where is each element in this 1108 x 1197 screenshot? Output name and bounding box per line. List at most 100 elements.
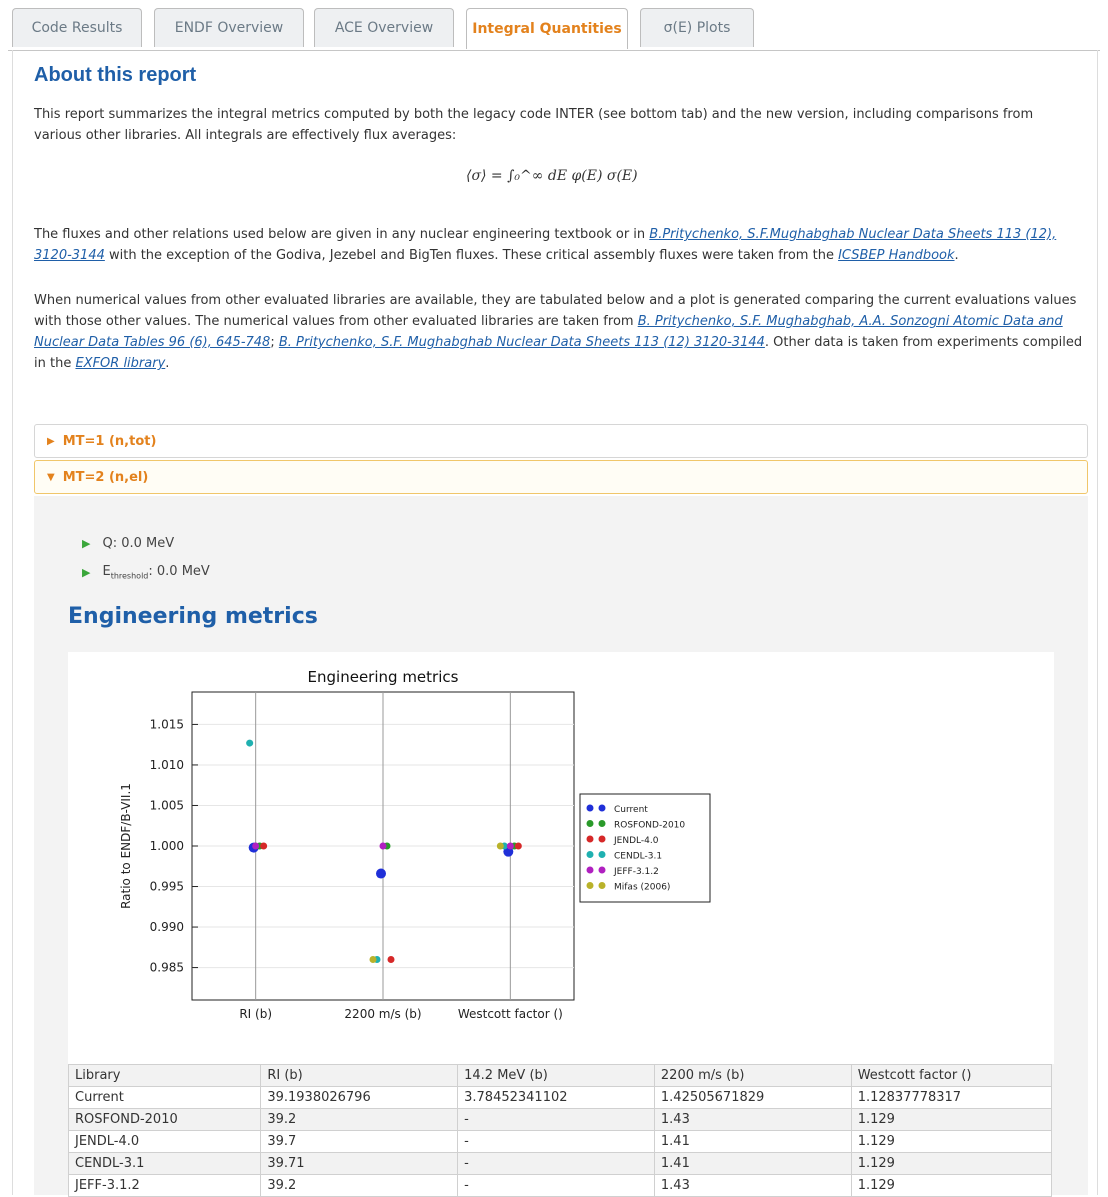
table-cell: 3.78452341102 [457, 1086, 655, 1109]
tab-endf-overview[interactable]: ENDF Overview [154, 8, 304, 47]
table-cell: CENDL-3.1 [67, 1152, 262, 1175]
caret-right-icon: ▶ [47, 435, 55, 447]
engineering-metrics-chart: Engineering metrics 0.985 0.990 0.995 1.000 1… [119, 668, 711, 1021]
exfor-link[interactable]: EXFOR library [75, 356, 165, 371]
threshold-value: : 0.0 MeV [148, 564, 210, 579]
data-point-cendl-3-1 [246, 739, 254, 747]
icsbep-link[interactable]: ICSBEP Handbook [838, 248, 954, 263]
tab-integral-quantities[interactable]: Integral Quantities [466, 8, 628, 49]
legend-marker [598, 851, 606, 858]
y-tick-label: 1.000 [150, 839, 184, 853]
comparison-text: . [165, 356, 170, 371]
data-point-jendl-4-0 [260, 842, 268, 850]
y-tick-label: 1.015 [150, 717, 184, 731]
legend-label: Current [614, 805, 648, 815]
pritychenko-nds-link-2[interactable]: B. Pritychenko, S.F. Mughabghab Nuclear … [279, 335, 765, 350]
threshold-subscript: threshold [110, 571, 149, 581]
table-cell: - [457, 1130, 655, 1153]
fluxes-text: . [954, 248, 959, 263]
x-tick-label: RI (b) [239, 1007, 272, 1021]
table-cell: 1.129 [850, 1108, 1053, 1131]
table-cell: 39.1938026796 [260, 1086, 459, 1109]
legend-marker [598, 835, 606, 843]
y-tick-label: 0.995 [150, 880, 184, 894]
table-cell: ROSFOND-2010 [67, 1108, 262, 1131]
table-cell: 1.129 [850, 1130, 1053, 1153]
legend-marker [586, 820, 594, 827]
legend-marker [586, 851, 594, 858]
tab-label: Code Results [31, 20, 123, 36]
table-cell: 1.43 [653, 1174, 852, 1197]
about-comparisons: When numerical values from other evaluat… [34, 290, 1084, 374]
tab-label: Integral Quantities [472, 21, 622, 37]
fluxes-text: The fluxes and other relations used belo… [34, 227, 650, 242]
data-point-jeff-3-1-2 [506, 842, 514, 850]
data-point-jeff-3-1-2 [379, 842, 387, 850]
table-cell: 39.7 [260, 1130, 459, 1153]
y-tick-label: 0.990 [150, 920, 184, 934]
comparison-text: ; [270, 335, 279, 350]
flux-average-formula: ⟨σ⟩ = ∫₀^∞ dE φ(E) σ(E) [466, 168, 638, 184]
table-cell: 1.42505671829 [653, 1086, 852, 1109]
table-cell: 1.129 [850, 1152, 1053, 1175]
legend-marker [586, 866, 594, 874]
q-value-text: Q: 0.0 MeV [102, 536, 175, 551]
fluxes-text: with the exception of the Godiva, Jezebe… [104, 248, 839, 263]
tab-ace-overview[interactable]: ACE Overview [314, 8, 454, 47]
legend-label: CENDL-3.1 [614, 852, 662, 862]
chart-title: Engineering metrics [308, 668, 459, 686]
caret-down-icon: ▼ [47, 471, 55, 483]
about-intro: This report summarizes the integral metr… [34, 104, 1084, 146]
legend-marker [586, 835, 594, 843]
about-fluxes: The fluxes and other relations used belo… [34, 224, 1084, 266]
data-point-jendl-4-0 [387, 955, 395, 963]
table-cell: JEFF-3.1.2 [67, 1174, 262, 1197]
section-title: Engineering metrics [68, 604, 318, 629]
data-point-current [376, 868, 386, 879]
table-header-cell: 2200 m/s (b) [653, 1064, 852, 1087]
tab-code-results[interactable]: Code Results [12, 8, 142, 47]
table-cell: 39.2 [260, 1174, 459, 1197]
legend-label: JEFF-3.1.2 [613, 867, 659, 877]
tab-sigma-plots[interactable]: σ(E) Plots [640, 8, 754, 47]
threshold-text: Ethreshold: 0.0 MeV [102, 564, 209, 581]
table-header-cell: Library [67, 1064, 262, 1087]
table-cell: Current [67, 1086, 262, 1109]
results-table: Library RI (b) 14.2 MeV (b) 2200 m/s (b) Wes… [67, 1064, 1053, 1197]
legend-marker [598, 820, 606, 827]
bullet-triangle-icon: ▶ [82, 565, 91, 579]
data-point-mifas-2006- [369, 955, 377, 963]
accordion-label: MT=2 (n,el) [62, 469, 149, 485]
legend-label: JENDL-4.0 [613, 836, 659, 846]
table-header-cell: Westcott factor () [850, 1064, 1053, 1087]
table-row: ROSFOND-2010 39.2-1.43 1.129 [67, 1108, 1053, 1131]
legend-marker [598, 882, 606, 889]
data-point-mifas-2006- [496, 842, 504, 850]
table-cell: JENDL-4.0 [67, 1130, 262, 1153]
tab-label: σ(E) Plots [663, 20, 731, 36]
table-header-cell: RI (b) [260, 1064, 459, 1087]
table-cell: 1.41 [653, 1130, 852, 1153]
legend-label: ROSFOND-2010 [614, 821, 685, 831]
x-tick-label: Westcott factor () [458, 1007, 563, 1021]
y-axis-label: Ratio to ENDF/B-VII.1 [119, 783, 133, 909]
y-tick-label: 0.985 [150, 961, 184, 975]
accordion-mt1[interactable]: ▶ MT=1 (n,tot) [34, 424, 1088, 458]
threshold-item: ▶ Ethreshold: 0.0 MeV [82, 564, 210, 581]
table-row: CENDL-3.1 39.71-1.41 1.129 [67, 1152, 1053, 1175]
table-header-row: Library RI (b) 14.2 MeV (b) 2200 m/s (b) Wes… [67, 1064, 1053, 1087]
data-point-jeff-3-1-2 [252, 842, 260, 850]
table-cell: 1.129 [850, 1174, 1053, 1197]
legend-marker [586, 804, 594, 812]
legend-label: Mifas (2006) [614, 883, 670, 893]
data-point-jendl-4-0 [514, 842, 522, 850]
intro-text: This report summarizes the integral metr… [34, 107, 1034, 143]
accordion-mt2[interactable]: ▼ MT=2 (n,el) [34, 460, 1088, 494]
table-cell: 1.43 [653, 1108, 852, 1131]
chart-container: Engineering metrics 0.985 0.990 0.995 1.000 1… [68, 652, 1054, 1064]
table-row: Current 39.1938026796 3.78452341102 1.42505… [67, 1086, 1053, 1109]
table-cell: 39.2 [260, 1108, 459, 1131]
bullet-triangle-icon: ▶ [82, 537, 91, 550]
tab-label: ACE Overview [334, 20, 434, 36]
legend-marker [598, 866, 606, 874]
